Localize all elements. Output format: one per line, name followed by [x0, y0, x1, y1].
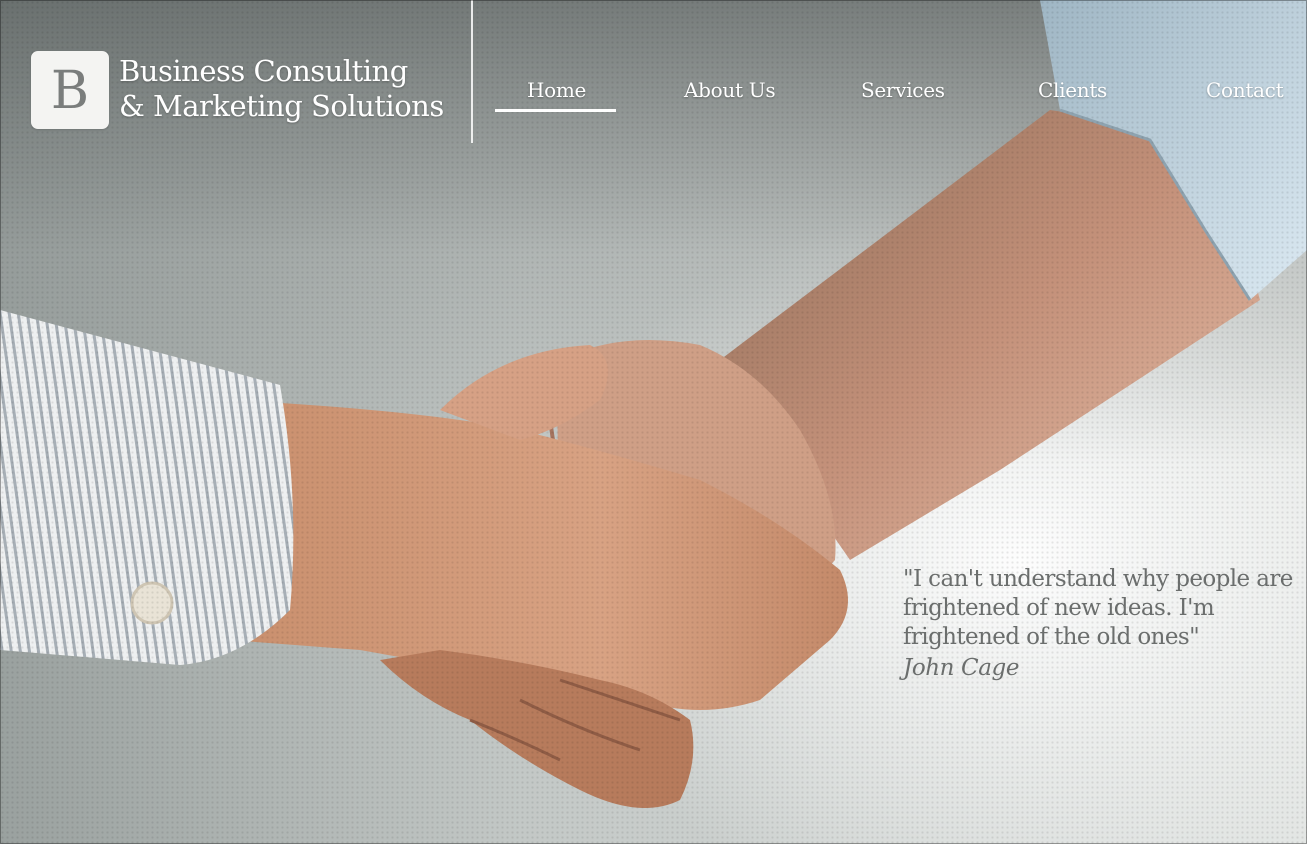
brand-line-2: & Marketing Solutions: [119, 89, 444, 123]
logo-letter: B: [50, 61, 90, 121]
brand-line-1: Business Consulting: [119, 54, 408, 88]
hero-quote: "I can't understand why people are frigh…: [903, 566, 1293, 650]
handshake-photo: [0, 0, 1307, 808]
nav-services[interactable]: Services: [861, 78, 945, 102]
header-divider: [471, 0, 473, 143]
page: B Business Consulting & Marketing Soluti…: [0, 0, 1307, 844]
brand-name[interactable]: Business Consulting & Marketing Solution…: [119, 54, 444, 124]
nav-contact[interactable]: Contact: [1206, 78, 1284, 102]
active-nav-indicator: [495, 109, 616, 112]
nav-clients[interactable]: Clients: [1038, 78, 1107, 102]
quote-author: John Cage: [903, 655, 1020, 681]
main-nav: Home About Us Services Clients Contact: [490, 78, 1307, 118]
logo[interactable]: B: [31, 51, 109, 129]
nav-home[interactable]: Home: [527, 78, 586, 102]
nav-about-us[interactable]: About Us: [684, 78, 776, 102]
